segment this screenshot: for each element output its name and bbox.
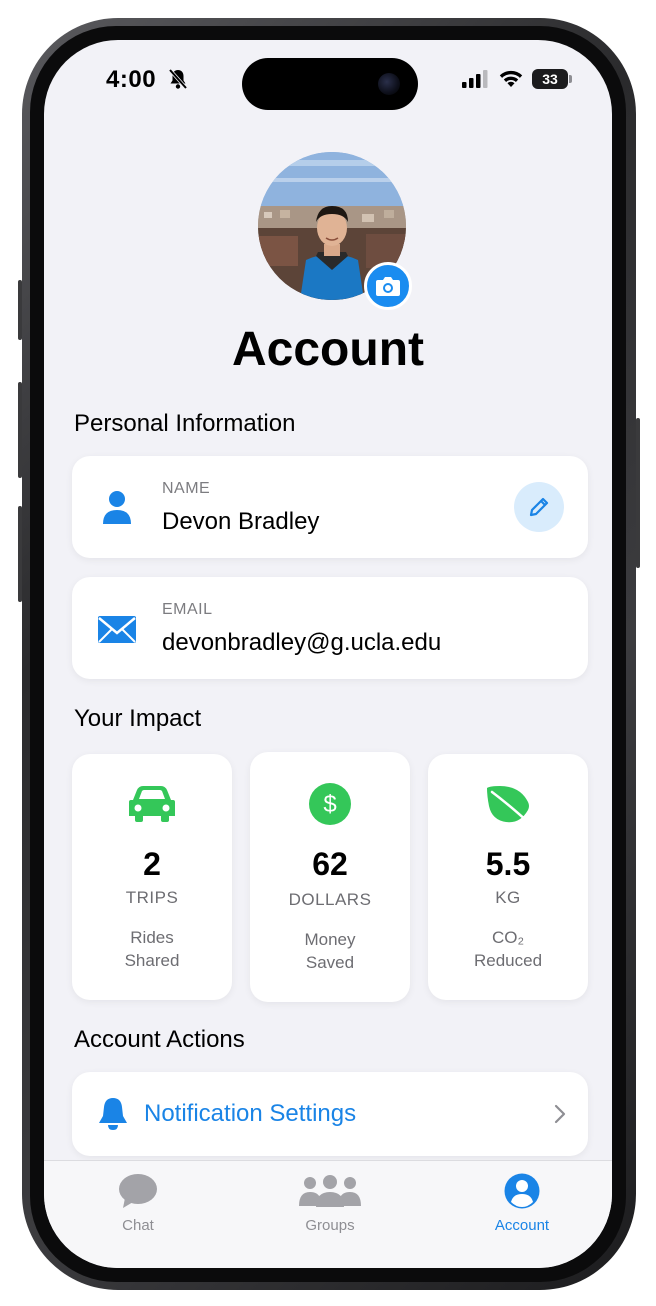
battery-indicator: 33 [532,69,572,89]
notification-settings-label: Notification Settings [144,1100,357,1127]
leaf-icon [487,786,530,824]
status-indicators: 33 [462,68,572,90]
tab-groups[interactable]: Groups [260,1171,400,1234]
personal-info-heading: Personal Information [74,410,296,437]
tab-groups-label: Groups [305,1217,355,1234]
stat-value: 5.5 [485,846,531,882]
cellular-signal-icon [462,70,488,88]
impact-heading: Your Impact [74,705,202,732]
chat-icon [119,1174,157,1208]
stat-card-dollars: $ 62 DOLLARS Money Saved [250,752,410,1002]
dollar-icon: $ [309,783,351,825]
change-photo-button[interactable] [364,262,412,310]
stat-unit: TRIPS [125,888,179,907]
screen: 4:00 33 Account Personal Information NAM… [44,40,612,1268]
notification-settings-row[interactable]: Notification Settings [72,1072,588,1156]
edit-name-button[interactable] [514,482,564,532]
status-time: 4:00 [106,66,157,93]
groups-icon [299,1175,361,1207]
email-label: EMAIL [162,601,213,618]
tab-chat[interactable]: Chat [68,1171,208,1234]
email-value: devonbradley@g.ucla.edu [162,629,442,656]
stat-card-trips: 2 TRIPS Rides Shared [72,754,232,1000]
bell-icon [99,1098,127,1130]
email-card: EMAIL devonbradley@g.ucla.edu [72,577,588,679]
tab-account-label: Account [494,1217,550,1234]
person-icon [103,491,131,524]
svg-text:$: $ [323,791,336,818]
stat-unit: KG [495,888,521,907]
stat-unit: DOLLARS [288,890,372,909]
stat-description: Rides Shared [124,928,180,970]
stat-description: CO₂ Reduced [473,928,543,970]
stat-card-co2: 5.5 KG CO₂ Reduced [428,754,588,1000]
name-card: NAME Devon Bradley [72,456,588,558]
power-button [636,418,640,568]
dynamic-island [242,58,418,110]
stat-description: Money Saved [304,930,356,972]
tab-chat-label: Chat [122,1217,154,1234]
envelope-icon [98,616,136,643]
name-label: NAME [162,480,211,497]
camera-icon [376,277,400,296]
silent-mode-icon [168,68,188,90]
page-title: Account [232,323,424,376]
volume-down-button [18,506,22,602]
account-icon [504,1173,540,1209]
wifi-icon [499,70,523,87]
pencil-icon [529,497,549,517]
profile-photo-area [258,152,412,310]
account-actions-heading: Account Actions [74,1026,245,1053]
car-icon [129,786,175,822]
chevron-right-icon [554,1104,566,1124]
name-value: Devon Bradley [162,508,320,535]
stat-value: 2 [143,846,161,882]
volume-up-button [18,382,22,478]
action-button [18,280,22,340]
stat-value: 62 [312,846,348,882]
tab-bar: Chat Groups Account [44,1160,612,1268]
tab-account[interactable]: Account [452,1171,592,1234]
